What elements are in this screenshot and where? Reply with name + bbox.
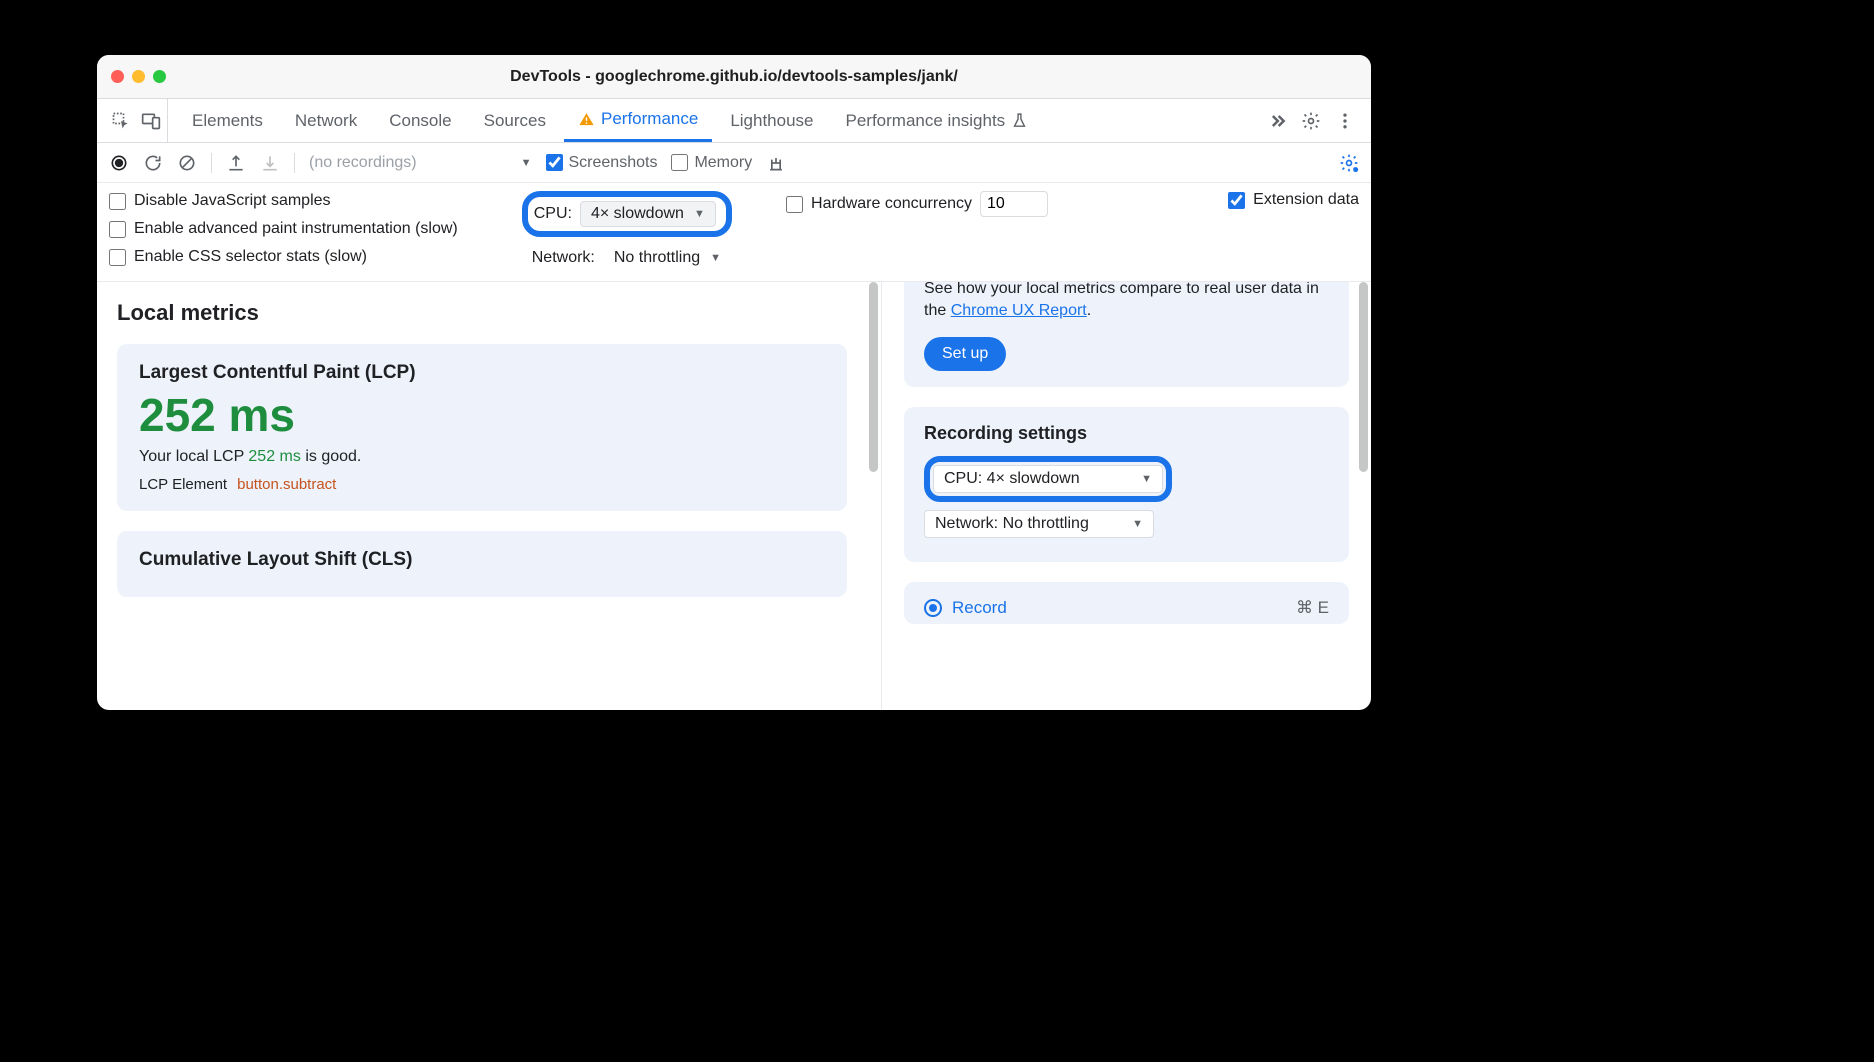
network-throttle-select[interactable]: No throttling▼: [603, 245, 732, 271]
setup-button[interactable]: Set up: [924, 337, 1006, 371]
download-icon[interactable]: [260, 153, 280, 173]
chevron-down-icon: ▼: [710, 252, 721, 264]
record-shortcut: ⌘ E: [1296, 598, 1329, 618]
sidebar-network-select[interactable]: Network: No throttling▼: [924, 510, 1154, 538]
cpu-throttle-highlight: CPU: 4× slowdown▼: [522, 191, 732, 237]
tab-elements[interactable]: Elements: [178, 99, 277, 142]
maximize-window-button[interactable]: [153, 70, 166, 83]
main-scrollbar[interactable]: [867, 282, 881, 710]
sidebar-cpu-select[interactable]: CPU: 4× slowdown▼: [933, 465, 1163, 493]
capture-settings-panel: Disable JavaScript samples Enable advanc…: [97, 183, 1371, 282]
warning-icon: [578, 111, 595, 128]
device-toolbar-icon[interactable]: [141, 111, 161, 131]
devtools-window: DevTools - googlechrome.github.io/devtoo…: [97, 55, 1371, 710]
tab-performance[interactable]: Performance: [564, 99, 712, 142]
record-button[interactable]: Record ⌘ E: [924, 598, 1329, 618]
cpu-select-highlight: CPU: 4× slowdown▼: [924, 456, 1172, 502]
capture-settings-icon[interactable]: [1339, 153, 1359, 173]
performance-toolbar: (no recordings) ▼ Screenshots Memory: [97, 143, 1371, 183]
flask-icon: [1011, 112, 1028, 129]
tab-performance-insights[interactable]: Performance insights: [832, 99, 1043, 142]
record-icon[interactable]: [109, 153, 129, 173]
cls-title: Cumulative Layout Shift (CLS): [139, 549, 825, 571]
lcp-value: 252 ms: [139, 392, 825, 438]
field-data-description: See how your local metrics compare to re…: [924, 282, 1329, 323]
cpu-label: CPU:: [534, 205, 572, 223]
minimize-window-button[interactable]: [132, 70, 145, 83]
hardware-concurrency-input[interactable]: [980, 191, 1048, 217]
tab-lighthouse[interactable]: Lighthouse: [716, 99, 827, 142]
cpu-throttle-select[interactable]: 4× slowdown▼: [580, 201, 716, 227]
kebab-menu-icon[interactable]: [1335, 111, 1355, 131]
settings-icon[interactable]: [1301, 111, 1321, 131]
reload-icon[interactable]: [143, 153, 163, 173]
hardware-concurrency-checkbox[interactable]: Hardware concurrency: [786, 191, 1048, 217]
titlebar: DevTools - googlechrome.github.io/devtoo…: [97, 55, 1371, 99]
network-label: Network:: [532, 249, 595, 267]
sidebar-scrollbar[interactable]: [1357, 282, 1371, 710]
traffic-lights: [97, 70, 166, 83]
inspect-icon[interactable]: [111, 111, 131, 131]
crux-report-link[interactable]: Chrome UX Report: [951, 302, 1087, 319]
advanced-paint-checkbox[interactable]: Enable advanced paint instrumentation (s…: [109, 219, 458, 239]
recording-settings-heading: Recording settings: [924, 423, 1329, 444]
tab-sources[interactable]: Sources: [470, 99, 560, 142]
local-metrics-pane: Local metrics Largest Contentful Paint (…: [97, 282, 867, 710]
lcp-element-row: LCP Element button.subtract: [139, 476, 825, 493]
lcp-card: Largest Contentful Paint (LCP) 252 ms Yo…: [117, 344, 847, 511]
record-dot-icon: [924, 599, 942, 617]
recording-settings-panel: Recording settings CPU: 4× slowdown▼ Net…: [904, 407, 1349, 562]
performance-content: Local metrics Largest Contentful Paint (…: [97, 282, 1371, 710]
local-metrics-heading: Local metrics: [117, 300, 847, 326]
lcp-title: Largest Contentful Paint (LCP): [139, 362, 825, 384]
record-panel: Record ⌘ E: [904, 582, 1349, 624]
more-tabs-icon[interactable]: [1267, 111, 1287, 131]
chevron-down-icon: ▼: [1141, 473, 1152, 485]
chevron-down-icon: ▼: [1132, 518, 1143, 530]
tab-network[interactable]: Network: [281, 99, 371, 142]
window-title: DevTools - googlechrome.github.io/devtoo…: [97, 68, 1371, 86]
clear-icon[interactable]: [177, 153, 197, 173]
lcp-element-link[interactable]: button.subtract: [237, 476, 336, 493]
chevron-down-icon: ▼: [694, 208, 705, 220]
upload-icon[interactable]: [226, 153, 246, 173]
field-data-panel: See how your local metrics compare to re…: [904, 282, 1349, 387]
devtools-tabbar: Elements Network Console Sources Perform…: [97, 99, 1371, 143]
collect-garbage-icon[interactable]: [766, 153, 786, 173]
memory-checkbox[interactable]: Memory: [671, 154, 752, 172]
extension-data-checkbox[interactable]: Extension data: [1228, 191, 1359, 209]
right-sidebar: See how your local metrics compare to re…: [881, 282, 1371, 710]
cls-card: Cumulative Layout Shift (CLS): [117, 531, 847, 597]
screenshots-checkbox[interactable]: Screenshots: [546, 154, 658, 172]
disable-js-samples-checkbox[interactable]: Disable JavaScript samples: [109, 191, 458, 211]
close-window-button[interactable]: [111, 70, 124, 83]
chevron-down-icon: ▼: [521, 157, 532, 169]
css-selector-stats-checkbox[interactable]: Enable CSS selector stats (slow): [109, 247, 458, 267]
tab-console[interactable]: Console: [375, 99, 465, 142]
recordings-dropdown[interactable]: (no recordings): [309, 154, 417, 172]
lcp-description: Your local LCP 252 ms is good.: [139, 448, 825, 466]
